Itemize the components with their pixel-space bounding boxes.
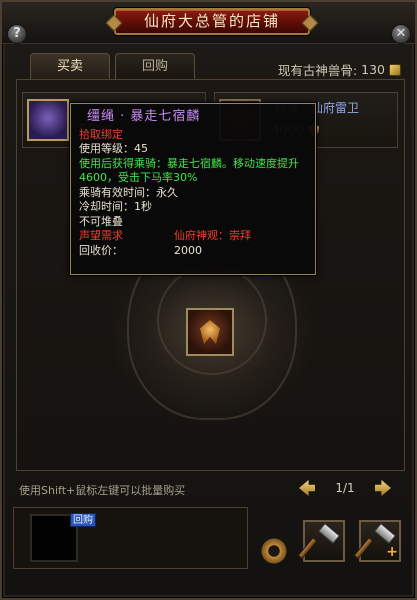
tab-buyback[interactable]: 回购 xyxy=(115,53,195,79)
shop-window: 仙府大总管的店铺 ? ✕ 买卖 回购 现有古神兽骨: 130 5000 精魂仙府… xyxy=(0,0,417,600)
page-number: 1/1 xyxy=(335,481,355,495)
batch-buy-hint: 使用Shift+鼠标左键可以批量购买 xyxy=(19,484,186,497)
tooltip-level: 使用等级：45 xyxy=(79,142,148,155)
tooltip-duration: 乘骑有效时间：永久 xyxy=(79,185,178,199)
mount-icon[interactable] xyxy=(27,99,69,141)
window-title: 仙府大总管的店铺 xyxy=(114,8,310,35)
tooltip-cooldown: 冷却时间：1秒 xyxy=(79,200,152,213)
tooltip-sell-value: 2000 xyxy=(174,243,202,257)
tooltip-requirement: 声望需求 仙府神观：崇拜 xyxy=(79,229,307,244)
hammer-handle xyxy=(353,537,374,560)
tooltip-effect: 使用后获得乘骑：暴走七宿麟。移动速度提升4600，受击下马率30% xyxy=(79,156,299,185)
repair-button[interactable] xyxy=(297,520,345,562)
item-name-text: 仙府雷卫 xyxy=(311,101,360,115)
hammer-icon xyxy=(317,522,341,545)
prev-page-icon[interactable] xyxy=(299,480,315,496)
tooltip-stack: 不可堆叠 xyxy=(79,214,123,228)
emblem-slot[interactable] xyxy=(186,308,234,356)
hammer-handle xyxy=(297,537,318,560)
currency-label: 现有古神兽骨: xyxy=(277,63,358,78)
tab-buy-sell[interactable]: 买卖 xyxy=(30,53,110,79)
gear-icon[interactable] xyxy=(260,537,288,565)
tooltip-req-label: 声望需求 xyxy=(79,229,123,242)
title-bar: 仙府大总管的店铺 xyxy=(2,2,415,44)
hammer-plus-icon xyxy=(373,522,397,545)
tooltip-sell-price: 回收价： 2000 xyxy=(79,244,307,259)
plus-icon: + xyxy=(386,544,398,560)
currency-value: 130 xyxy=(361,62,385,77)
tooltip-sell-label: 回收价： xyxy=(79,243,123,257)
tooltip-req-value: 仙府神观：崇拜 xyxy=(174,229,251,242)
item-tooltip: 缰绳 · 暴走七宿麟 拾取绑定 使用等级：45 使用后获得乘骑：暴走七宿麟。移动… xyxy=(70,103,316,275)
close-button[interactable]: ✕ xyxy=(391,24,411,44)
next-page-icon[interactable] xyxy=(375,480,391,496)
currency-display: 现有古神兽骨: 130 xyxy=(278,60,401,79)
help-button[interactable]: ? xyxy=(7,24,27,44)
coin-icon xyxy=(389,63,401,76)
emblem-icon xyxy=(200,320,220,344)
buyback-label: 回购 xyxy=(70,513,96,527)
repair-all-button[interactable]: + xyxy=(353,520,401,562)
tooltip-bind: 拾取绑定 xyxy=(79,127,123,141)
tooltip-item-name: 缰绳 · 暴走七宿麟 xyxy=(87,109,201,124)
pager: 1/1 xyxy=(299,478,391,498)
